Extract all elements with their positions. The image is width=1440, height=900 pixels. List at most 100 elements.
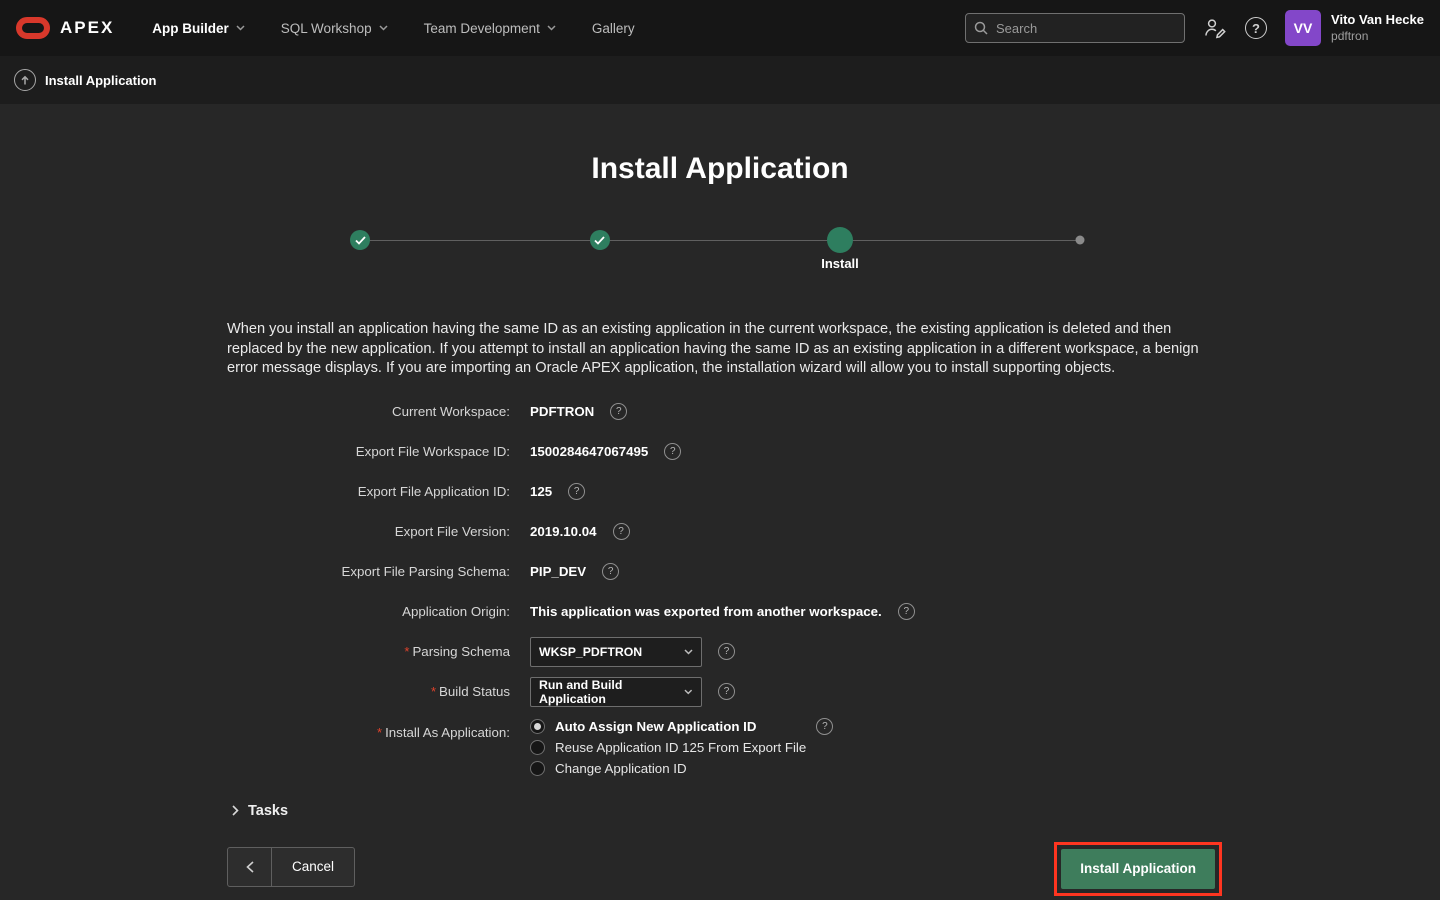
radio-button-icon xyxy=(530,719,545,734)
chevron-down-icon xyxy=(684,649,693,655)
search-input[interactable] xyxy=(994,20,1176,37)
annotation-highlight: Install Application xyxy=(1054,842,1222,896)
field-label: Export File Application ID: xyxy=(0,484,510,499)
field-value: This application was exported from anoth… xyxy=(530,604,882,619)
form-row: Export File Application ID: 125 xyxy=(0,472,1440,512)
wizard-progress: Install xyxy=(360,227,1080,285)
field-value: PIP_DEV xyxy=(530,564,586,579)
chevron-down-icon xyxy=(379,25,388,31)
help-icon[interactable] xyxy=(816,718,833,735)
tasks-region-toggle[interactable]: Tasks xyxy=(232,803,1440,819)
required-marker xyxy=(404,644,409,659)
field-value: 125 xyxy=(530,484,552,499)
form-row: Parsing Schema WKSP_PDFTRON xyxy=(0,632,1440,672)
nav-gallery[interactable]: Gallery xyxy=(574,0,653,56)
radio-auto-assign-id[interactable]: Auto Assign New Application ID xyxy=(530,718,833,735)
breadcrumb: Install Application xyxy=(45,73,156,88)
field-label: Current Workspace: xyxy=(0,404,510,419)
user-workspace: pdftron xyxy=(1331,29,1424,44)
help-icon[interactable] xyxy=(610,403,627,420)
main-nav: App Builder SQL Workshop Team Developmen… xyxy=(134,0,652,56)
nav-label: Gallery xyxy=(592,21,635,36)
nav-label: Team Development xyxy=(424,21,540,36)
radio-label: Change Application ID xyxy=(555,761,687,776)
wizard-step-3-current xyxy=(827,227,853,253)
chevron-left-icon xyxy=(246,861,254,873)
help-icon xyxy=(1245,17,1267,39)
field-value: PDFTRON xyxy=(530,404,594,419)
nav-label: App Builder xyxy=(152,21,229,36)
footer-left-buttons: Cancel xyxy=(227,847,355,887)
brand-name: APEX xyxy=(60,18,114,38)
help-icon[interactable] xyxy=(718,683,735,700)
install-as-radio-group: Auto Assign New Application ID Reuse App… xyxy=(530,712,833,783)
field-label: Build Status xyxy=(0,684,510,699)
install-form: Current Workspace: PDFTRON Export File W… xyxy=(0,392,1440,783)
apex-logo[interactable]: APEX xyxy=(16,17,114,39)
breadcrumb-bar: Install Application xyxy=(0,56,1440,104)
chevron-right-icon xyxy=(232,805,239,816)
form-row: Export File Parsing Schema: PIP_DEV xyxy=(0,552,1440,592)
field-label: Export File Parsing Schema: xyxy=(0,564,510,579)
field-label: Application Origin: xyxy=(0,604,510,619)
radio-button-icon xyxy=(530,761,545,776)
nav-team-development[interactable]: Team Development xyxy=(406,0,574,56)
admin-services-button[interactable] xyxy=(1203,17,1227,39)
wizard-step-4-todo xyxy=(1076,236,1085,245)
wizard-step-2-complete xyxy=(590,230,610,250)
form-row: Export File Workspace ID: 15002846470674… xyxy=(0,432,1440,472)
parsing-schema-select[interactable]: WKSP_PDFTRON xyxy=(530,637,702,667)
install-application-button[interactable]: Install Application xyxy=(1061,849,1215,889)
field-value: 1500284647067495 xyxy=(530,444,648,459)
check-icon xyxy=(355,236,366,245)
avatar[interactable]: VV xyxy=(1285,10,1321,46)
nav-app-builder[interactable]: App Builder xyxy=(134,0,263,56)
form-row-install-as: Install As Application: Auto Assign New … xyxy=(0,712,1440,783)
oracle-logo-icon xyxy=(16,17,50,39)
search-box xyxy=(965,13,1185,43)
form-row: Current Workspace: PDFTRON xyxy=(0,392,1440,432)
radio-reuse-id[interactable]: Reuse Application ID 125 From Export Fil… xyxy=(530,739,833,756)
chevron-down-icon xyxy=(684,689,693,695)
required-marker xyxy=(377,725,382,740)
user-edit-icon xyxy=(1203,17,1227,39)
radio-change-id[interactable]: Change Application ID xyxy=(530,760,833,777)
install-description: When you install an application having t… xyxy=(227,320,1217,379)
help-icon[interactable] xyxy=(568,483,585,500)
help-icon[interactable] xyxy=(613,523,630,540)
chevron-down-icon xyxy=(236,25,245,31)
nav-sql-workshop[interactable]: SQL Workshop xyxy=(263,0,406,56)
select-value: WKSP_PDFTRON xyxy=(539,645,642,659)
avatar-initials: VV xyxy=(1294,20,1313,36)
cancel-button[interactable]: Cancel xyxy=(272,847,355,887)
radio-label: Auto Assign New Application ID xyxy=(555,719,756,734)
page-title: Install Application xyxy=(0,150,1440,188)
field-label: Export File Workspace ID: xyxy=(0,444,510,459)
radio-label: Reuse Application ID 125 From Export Fil… xyxy=(555,740,806,755)
help-icon[interactable] xyxy=(718,643,735,660)
back-button[interactable] xyxy=(227,847,272,887)
help-icon[interactable] xyxy=(664,443,681,460)
up-arrow-icon[interactable] xyxy=(14,69,36,91)
form-row: Build Status Run and Build Application xyxy=(0,672,1440,712)
radio-button-icon xyxy=(530,740,545,755)
tasks-label: Tasks xyxy=(248,803,288,819)
help-icon[interactable] xyxy=(602,563,619,580)
check-icon xyxy=(594,236,605,245)
help-icon[interactable] xyxy=(898,603,915,620)
field-label: Export File Version: xyxy=(0,524,510,539)
wizard-footer: Cancel Install Application xyxy=(0,847,1440,895)
build-status-select[interactable]: Run and Build Application xyxy=(530,677,702,707)
search-icon xyxy=(974,21,988,35)
chevron-down-icon xyxy=(547,25,556,31)
wizard-step-label: Install xyxy=(821,256,859,271)
progress-track xyxy=(360,240,1080,241)
field-value: 2019.10.04 xyxy=(530,524,597,539)
help-button[interactable] xyxy=(1245,17,1267,39)
form-row: Export File Version: 2019.10.04 xyxy=(0,512,1440,552)
wizard-step-1-complete xyxy=(350,230,370,250)
user-name: Vito Van Hecke xyxy=(1331,12,1424,28)
nav-label: SQL Workshop xyxy=(281,21,372,36)
required-marker xyxy=(431,684,436,699)
top-navigation-bar: APEX App Builder SQL Workshop Team Devel… xyxy=(0,0,1440,56)
